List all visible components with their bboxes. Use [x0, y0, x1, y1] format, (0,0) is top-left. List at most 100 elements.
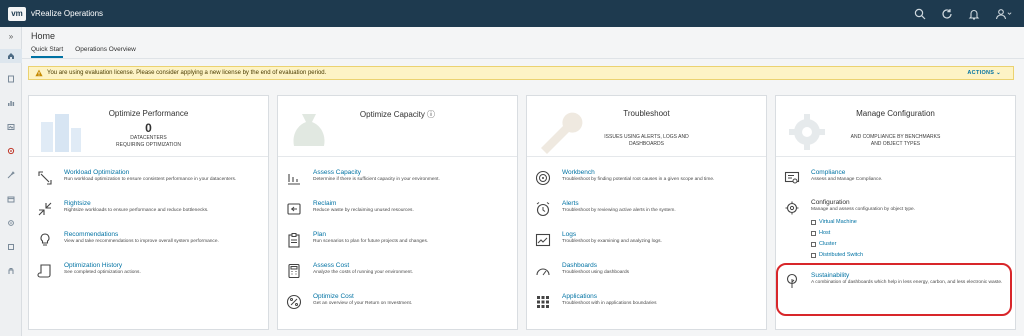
left-nav-rail: »	[0, 27, 22, 336]
item-description: Troubleshoot by examining and analyzing …	[562, 239, 662, 244]
plan-item[interactable]: Plan Run scenarios to plan for future pr…	[278, 229, 517, 253]
item-title[interactable]: Assess Cost	[313, 262, 349, 269]
search-icon[interactable]	[913, 7, 926, 20]
environment-icon[interactable]	[0, 96, 22, 110]
config-link-distributed-switch[interactable]: Distributed Switch	[811, 252, 863, 258]
sustainability-highlight-outline	[776, 263, 1012, 316]
tab-divider	[22, 58, 1024, 59]
app-title: vRealize Operations	[31, 9, 104, 18]
item-title[interactable]: Compliance	[811, 169, 845, 176]
dashboards-item[interactable]: Dashboards Troubleshoot using dashboards	[527, 260, 766, 284]
card-subtitle: ISSUES USING ALERTS, LOGS AND DASHBOARDS	[604, 134, 689, 147]
rightsize-item[interactable]: Rightsize Rightsize workloads to ensure …	[29, 198, 268, 222]
item-description: See completed optimization actions.	[64, 270, 141, 275]
reclaim-item[interactable]: Reclaim Reduce waste by reclaiming unuse…	[278, 198, 517, 222]
item-description: Manage and assess configuration by objec…	[811, 207, 915, 212]
assess-cost-item[interactable]: Assess Cost Analyze the costs of running…	[278, 260, 517, 284]
item-title[interactable]: Recommendations	[64, 231, 118, 238]
item-title: Configuration	[811, 199, 850, 206]
card-title: Troubleshoot	[623, 109, 670, 118]
item-description: Troubleshoot using dashboards	[562, 270, 630, 275]
warning-icon	[35, 69, 43, 77]
capacity-chart-icon	[286, 170, 302, 186]
item-description: Reduce waste by reclaiming unused resour…	[313, 208, 414, 213]
card-optimize-capacity: Optimize Capacity ⓘ Assess Capacity Dete…	[277, 95, 518, 330]
certificate-icon	[784, 170, 800, 186]
data-sources-icon[interactable]	[0, 72, 22, 86]
automation-icon[interactable]	[0, 240, 22, 254]
cluster-icon	[811, 241, 816, 247]
item-title[interactable]: Optimize Cost	[313, 293, 354, 300]
config-link-host[interactable]: Host	[811, 230, 830, 236]
item-title[interactable]: Dashboards	[562, 262, 597, 269]
card-subtitle: DATACENTERS REQUIRING OPTIMIZATION	[116, 135, 181, 148]
refresh-icon[interactable]	[940, 7, 953, 20]
item-title[interactable]: Logs	[562, 231, 576, 238]
banner-actions-button[interactable]: ACTIONS ⌄	[967, 70, 1001, 76]
bell-icon[interactable]	[967, 7, 980, 20]
recommendations-item[interactable]: Recommendations View and take recommenda…	[29, 229, 268, 253]
grid-apps-icon	[535, 294, 551, 310]
workload-optimization-icon	[37, 170, 53, 186]
optimize-cost-item[interactable]: Optimize Cost Get an overview of your Re…	[278, 291, 517, 315]
item-title[interactable]: Rightsize	[64, 200, 91, 207]
card-title: Manage Configuration	[856, 109, 935, 118]
item-title[interactable]: Workload Optimization	[64, 169, 129, 176]
item-title[interactable]: Plan	[313, 231, 326, 238]
optimize-icon[interactable]	[0, 168, 22, 182]
rightsize-icon	[37, 201, 53, 217]
logs-chart-icon	[535, 232, 551, 248]
troubleshoot-icon[interactable]	[0, 144, 22, 158]
item-title[interactable]: Assess Capacity	[313, 169, 361, 176]
optimization-history-item[interactable]: Optimization History See completed optim…	[29, 260, 268, 284]
item-title[interactable]: Applications	[562, 293, 597, 300]
item-title[interactable]: Optimization History	[64, 262, 122, 269]
logs-item[interactable]: Logs Troubleshoot by examining and analy…	[527, 229, 766, 253]
datacenters-count: 0	[145, 121, 152, 135]
configuration-gear-icon	[784, 200, 800, 216]
percent-icon	[286, 294, 302, 310]
scroll-history-icon	[37, 263, 53, 279]
plan-icon[interactable]	[0, 192, 22, 206]
gauge-icon	[535, 263, 551, 279]
license-warning-banner: You are using evaluation license. Please…	[28, 66, 1014, 80]
item-description: Run scenarios to plan for future project…	[313, 239, 429, 244]
workload-optimization-item[interactable]: Workload Optimization Run workload optim…	[29, 167, 268, 191]
config-link-virtual-machine[interactable]: Virtual Machine	[811, 219, 857, 225]
switch-icon	[811, 252, 816, 258]
admin-icon[interactable]	[0, 264, 22, 278]
home-icon[interactable]	[0, 49, 22, 63]
card-optimize-performance: Optimize Performance 0 DATACENTERS REQUI…	[28, 95, 269, 330]
item-description: Assess and Manage Compliance.	[811, 177, 883, 182]
top-bar: vm vRealize Operations	[0, 0, 1024, 27]
configuration-item: Configuration Manage and assess configur…	[776, 197, 1015, 221]
host-icon	[811, 230, 816, 236]
item-title[interactable]: Workbench	[562, 169, 595, 176]
item-description: Troubleshoot by finding potential root c…	[562, 177, 715, 182]
visualize-icon[interactable]	[0, 120, 22, 134]
item-title[interactable]: Reclaim	[313, 200, 336, 207]
workbench-item[interactable]: Workbench Troubleshoot by finding potent…	[527, 167, 766, 191]
reclaim-icon	[286, 201, 302, 217]
tab-operations-overview[interactable]: Operations Overview	[75, 46, 136, 58]
vmware-logo: vm	[8, 6, 26, 21]
target-icon	[535, 170, 551, 186]
assess-capacity-item[interactable]: Assess Capacity Determine if there is su…	[278, 167, 517, 191]
user-icon[interactable]	[994, 7, 1012, 20]
item-description: View and take recommendations to improve…	[64, 239, 219, 244]
card-troubleshoot: Troubleshoot ISSUES USING ALERTS, LOGS A…	[526, 95, 767, 330]
alerts-item[interactable]: Alerts Troubleshoot by reviewing active …	[527, 198, 766, 222]
compliance-item[interactable]: Compliance Assess and Manage Compliance.	[776, 167, 1015, 191]
configure-icon[interactable]	[0, 216, 22, 230]
clipboard-icon	[286, 232, 302, 248]
applications-item[interactable]: Applications Troubleshoot with in applic…	[527, 291, 766, 315]
tab-quick-start[interactable]: Quick Start	[31, 46, 64, 58]
expand-nav-toggle[interactable]: »	[0, 29, 22, 43]
alarm-clock-icon	[535, 201, 551, 217]
calculator-icon	[286, 263, 302, 279]
item-description: Troubleshoot with in applications bounda…	[562, 301, 657, 306]
config-link-cluster[interactable]: Cluster	[811, 241, 836, 247]
card-title: Optimize Capacity ⓘ	[359, 110, 436, 119]
item-title[interactable]: Alerts	[562, 200, 579, 207]
item-description: Determine if there is sufficient capacit…	[313, 177, 440, 182]
